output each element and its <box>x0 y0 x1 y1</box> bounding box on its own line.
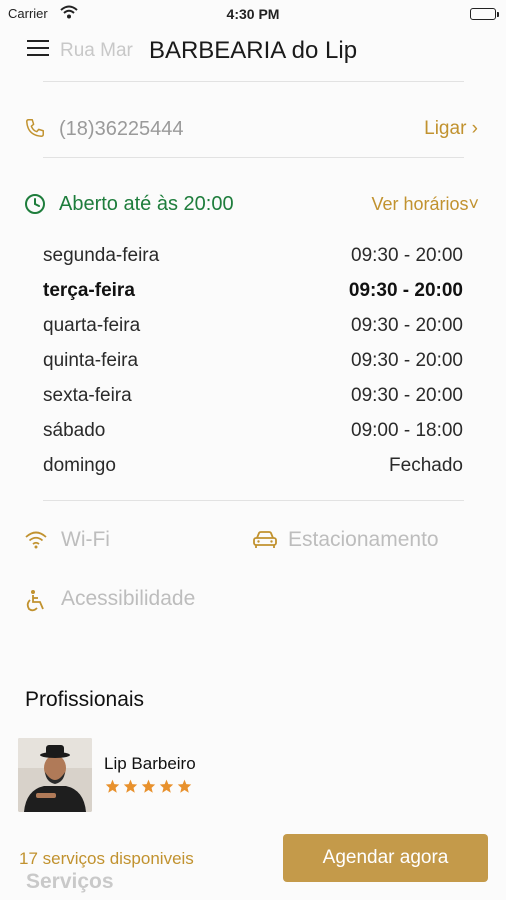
clock-icon <box>24 193 46 220</box>
amenity-wifi: Wi-Fi <box>25 528 225 558</box>
schedule-row: domingo Fechado <box>43 451 463 486</box>
clock-time: 4:30 PM <box>226 6 280 22</box>
day-hours: 09:30 - 20:00 <box>351 350 463 371</box>
amenity-label: Estacionamento <box>288 528 439 551</box>
view-hours-toggle[interactable]: Ver horários˅ <box>371 194 479 215</box>
nav-bar: Rua Mar BARBEARIA do Lip <box>0 28 506 76</box>
day-hours: 09:00 - 18:00 <box>351 420 463 441</box>
day-hours: 09:30 - 20:00 <box>351 315 463 336</box>
open-status-text: Aberto até às 20:00 <box>59 193 234 215</box>
opening-status-row: Aberto até às 20:00 Ver horários˅ <box>0 184 506 224</box>
star-icon <box>123 779 138 793</box>
bottom-action-bar: 17 serviços disponiveis Serviços Agendar… <box>0 826 506 900</box>
avatar <box>18 738 92 812</box>
battery-icon <box>470 8 499 20</box>
star-icon <box>177 779 192 793</box>
schedule-row-today: terça-feira 09:30 - 20:00 <box>43 276 463 311</box>
day-hours: Fechado <box>389 455 463 476</box>
divider <box>43 500 464 501</box>
amenity-accessibility: Acessibilidade <box>25 587 255 617</box>
services-count[interactable]: 17 serviços disponiveis <box>19 849 194 869</box>
schedule-row: sexta-feira 09:30 - 20:00 <box>43 381 463 416</box>
professional-card[interactable]: Lip Barbeiro <box>18 738 318 812</box>
day-hours: 09:30 - 20:00 <box>351 385 463 406</box>
day-hours: 09:30 - 20:00 <box>348 280 463 301</box>
services-tab-label: Serviços <box>26 870 114 893</box>
status-bar: Carrier 4:30 PM <box>0 0 506 28</box>
schedule-row: quinta-feira 09:30 - 20:00 <box>43 346 463 381</box>
day-name: quinta-feira <box>43 350 139 371</box>
phone-icon <box>24 117 46 144</box>
professional-name: Lip Barbeiro <box>104 754 196 773</box>
phone-number: (18)36225444 <box>59 118 184 140</box>
schedule-row: segunda-feira 09:30 - 20:00 <box>43 241 463 276</box>
day-name: sexta-feira <box>43 385 132 406</box>
divider <box>43 81 464 82</box>
phone-row: (18)36225444 Ligar › <box>0 106 506 150</box>
divider <box>43 157 464 158</box>
book-now-button[interactable]: Agendar agora <box>283 834 488 882</box>
weekly-schedule: segunda-feira 09:30 - 20:00 terça-feira … <box>43 241 463 486</box>
amenity-label: Wi-Fi <box>61 528 110 551</box>
schedule-row: sábado 09:00 - 18:00 <box>43 416 463 451</box>
call-link[interactable]: Ligar › <box>424 118 478 140</box>
page-title: BARBEARIA do Lip <box>148 37 358 64</box>
professionals-heading: Profissionais <box>25 688 145 711</box>
rating-stars <box>105 779 192 793</box>
day-name: terça-feira <box>43 280 135 301</box>
schedule-row: quarta-feira 09:30 - 20:00 <box>43 311 463 346</box>
amenity-label: Acessibilidade <box>61 587 196 610</box>
day-name: sábado <box>43 420 106 441</box>
car-icon <box>252 530 278 556</box>
wheelchair-icon <box>25 589 47 619</box>
star-icon <box>141 779 156 793</box>
day-name: segunda-feira <box>43 245 160 266</box>
day-name: domingo <box>43 455 116 476</box>
wifi-icon <box>25 530 47 556</box>
star-icon <box>159 779 174 793</box>
amenity-parking: Estacionamento <box>252 528 482 558</box>
star-icon <box>105 779 120 793</box>
day-hours: 09:30 - 20:00 <box>351 245 463 266</box>
day-name: quarta-feira <box>43 315 141 336</box>
